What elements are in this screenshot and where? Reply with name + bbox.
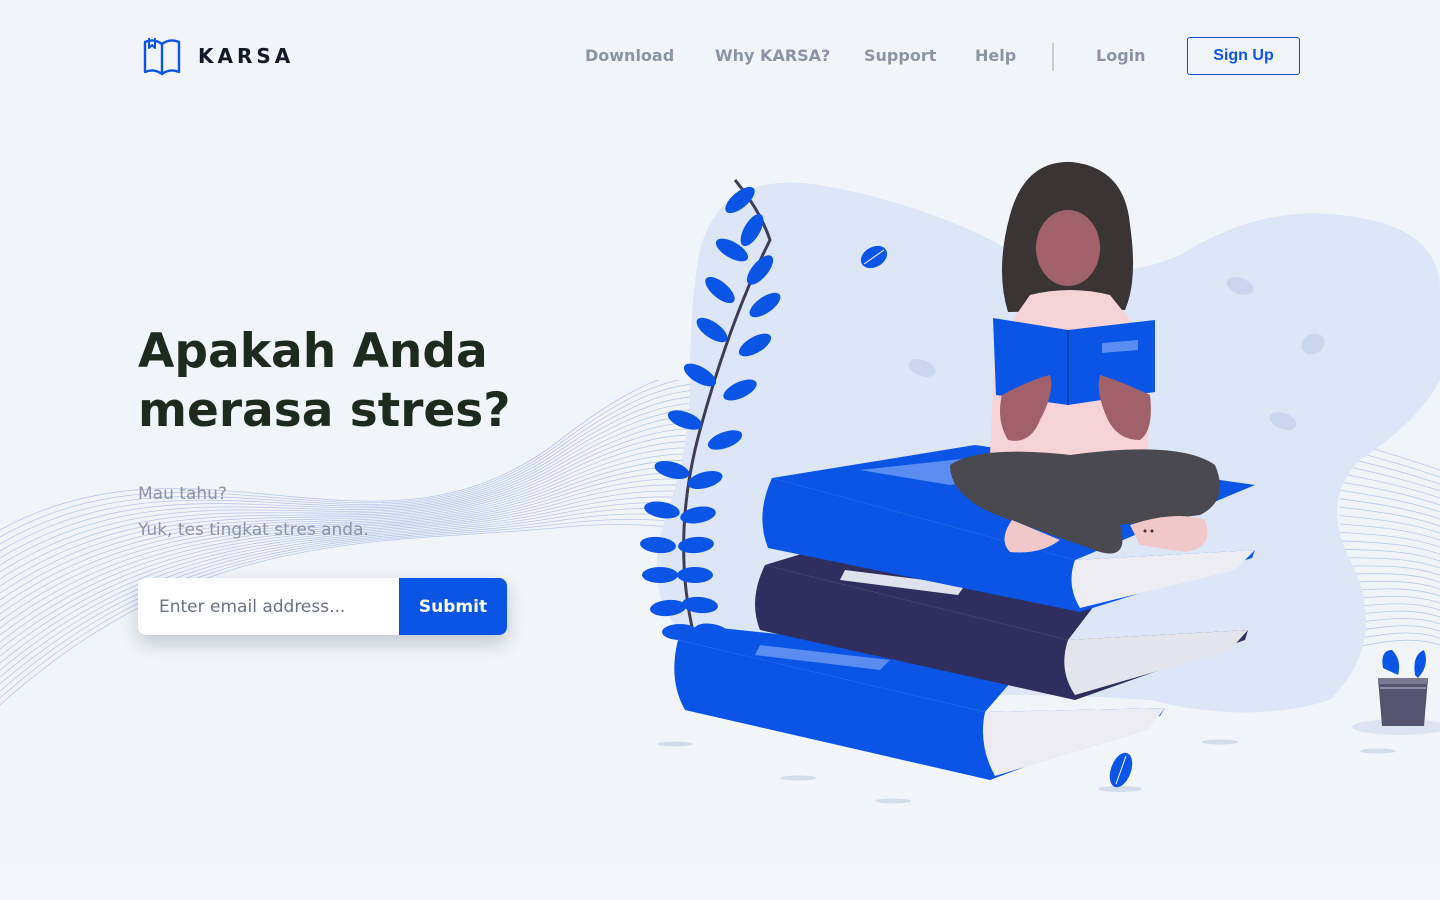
book-logo-icon [143,38,181,76]
nav-link-support[interactable]: Support [864,46,936,65]
submit-button[interactable]: Submit [399,578,507,635]
nav-divider [1052,43,1054,71]
hero-illustration [640,161,1440,804]
hero-subtitle-2: Yuk, tes tingkat stres anda. [138,520,369,540]
brand-logo[interactable]: KARSA [142,34,294,78]
brand-name: KARSA [198,44,295,68]
sign-up-button[interactable]: Sign Up [1187,37,1300,75]
hero-subtitle-1: Mau tahu? [138,484,227,504]
potted-plant-icon [1378,650,1428,726]
nav-link-help[interactable]: Help [975,46,1016,65]
top-navigation: KARSA Download Why KARSA? Support Help L… [0,0,1440,112]
email-signup-form: Submit [138,578,507,635]
login-link[interactable]: Login [1096,46,1146,65]
hero-title-line-2: merasa stres? [138,383,511,438]
hero-title-line-1: Apakah Anda [138,324,488,379]
nav-link-download[interactable]: Download [585,46,674,65]
nav-link-why-karsa[interactable]: Why KARSA? [715,46,830,65]
email-input[interactable] [138,578,399,635]
hero-title: Apakah Anda merasa stres? [138,322,558,440]
